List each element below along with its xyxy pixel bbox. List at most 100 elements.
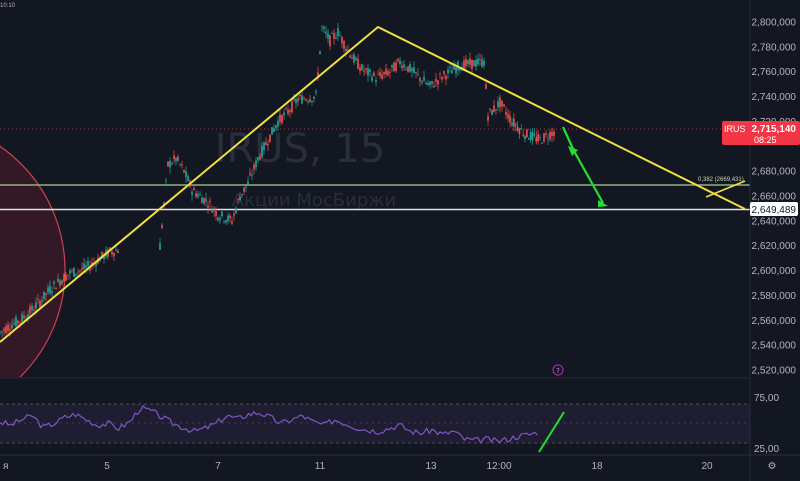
candle-body (183, 169, 185, 173)
candle-body (169, 160, 171, 168)
candle-body (5, 326, 7, 333)
candle-body (241, 194, 243, 196)
candle-body (171, 163, 173, 165)
candle-body (545, 133, 547, 135)
candle-body (516, 126, 519, 131)
candle-body (159, 243, 161, 250)
candle-body (37, 298, 39, 300)
candle-body (269, 134, 271, 142)
y-tick-label: 2,760,000 (752, 67, 797, 78)
candle-body (315, 91, 317, 93)
y-tick-label: 2,600,000 (752, 266, 797, 277)
candle-body (409, 64, 411, 72)
candle-body (239, 196, 241, 201)
candle-body (449, 67, 451, 69)
candle-body (361, 64, 363, 71)
x-tick-label: 20 (701, 461, 713, 472)
candle-body (195, 193, 197, 197)
candle-body (313, 96, 315, 99)
candle-body (219, 218, 221, 221)
watermark-symbol: IRUS, 15 (215, 126, 386, 172)
y-tick-label: 2,540,000 (752, 341, 797, 352)
candle-body (249, 173, 251, 176)
candle-body (499, 97, 501, 108)
candle-body (467, 60, 469, 64)
candle-body (343, 41, 345, 49)
candle-body (237, 199, 239, 201)
candle-body (185, 171, 187, 178)
candle-body (481, 59, 483, 67)
candle-body (479, 58, 481, 60)
candle-body (167, 161, 169, 166)
candle-body (393, 62, 395, 72)
candle-body (51, 291, 53, 293)
candle-body (331, 33, 333, 34)
candle-body (209, 200, 211, 202)
candle-body (355, 57, 357, 61)
candle-body (531, 132, 534, 141)
candle-body (253, 164, 255, 170)
candle-body (307, 101, 309, 103)
candle-body (291, 101, 293, 113)
chart-area: IRUS, 15 Акции МосБиржи 0,382 (2669,431)… (0, 0, 800, 481)
y-tick-label: 2,520,000 (752, 366, 797, 377)
candle-body (47, 287, 49, 293)
candle-body (509, 115, 511, 123)
candle-body (319, 51, 321, 54)
candle-body (385, 68, 387, 75)
candle-body (41, 300, 43, 303)
candle-body (19, 321, 21, 323)
candle-body (275, 125, 277, 128)
candle-body (369, 69, 371, 73)
candle-body (405, 69, 407, 70)
candle-body (259, 156, 261, 160)
candle-body (520, 127, 523, 130)
candle-body (477, 58, 479, 65)
fib-level-text: 0,382 (2669,431) (698, 177, 744, 183)
candle-body (229, 215, 231, 219)
candle-body (245, 186, 247, 188)
candle-body (15, 316, 17, 326)
candle-body (349, 55, 351, 58)
candle-body (397, 58, 399, 61)
candle-body (293, 98, 295, 101)
candle-body (289, 110, 291, 112)
candle-body (71, 270, 73, 272)
candle-body (187, 176, 189, 182)
candle-body (323, 27, 325, 29)
candle-body (251, 174, 253, 176)
x-tick-label: 12:00 (486, 461, 511, 472)
candle-body (49, 285, 51, 294)
candle-body (522, 134, 524, 136)
candle-body (57, 278, 59, 282)
candle-body (217, 217, 219, 221)
candle-body (23, 315, 25, 318)
candle-body (77, 271, 79, 273)
candle-body (547, 138, 549, 140)
price-axis[interactable]: 2,800,0002,780,0002,760,0002,740,0002,72… (752, 18, 797, 377)
candle-body (3, 328, 5, 331)
candle-body (79, 270, 81, 272)
candle-body (59, 280, 61, 286)
candle-body (419, 77, 421, 82)
candle-body (535, 136, 538, 142)
candle-body (287, 109, 289, 114)
candle-body (541, 143, 543, 144)
settings-gear-icon[interactable]: ⚙ (768, 461, 777, 472)
candle-body (175, 157, 177, 162)
candle-body (433, 85, 435, 88)
current-price-value: 2,715,140 (752, 124, 797, 135)
candle-body (493, 105, 495, 112)
price-chart: IRUS, 15 Акции МосБиржи 0,382 (2669,431)… (0, 0, 800, 481)
candle-body (235, 208, 237, 213)
candle-body (351, 57, 353, 59)
candle-body (483, 60, 485, 66)
candle-body (285, 108, 287, 110)
watermark-exchange: Акции МосБиржи (232, 190, 396, 211)
candle-body (197, 194, 199, 198)
candle-body (69, 270, 71, 274)
candle-body (339, 35, 341, 37)
candle-body (321, 26, 323, 28)
candle-body (503, 104, 505, 107)
candle-body (199, 194, 201, 196)
